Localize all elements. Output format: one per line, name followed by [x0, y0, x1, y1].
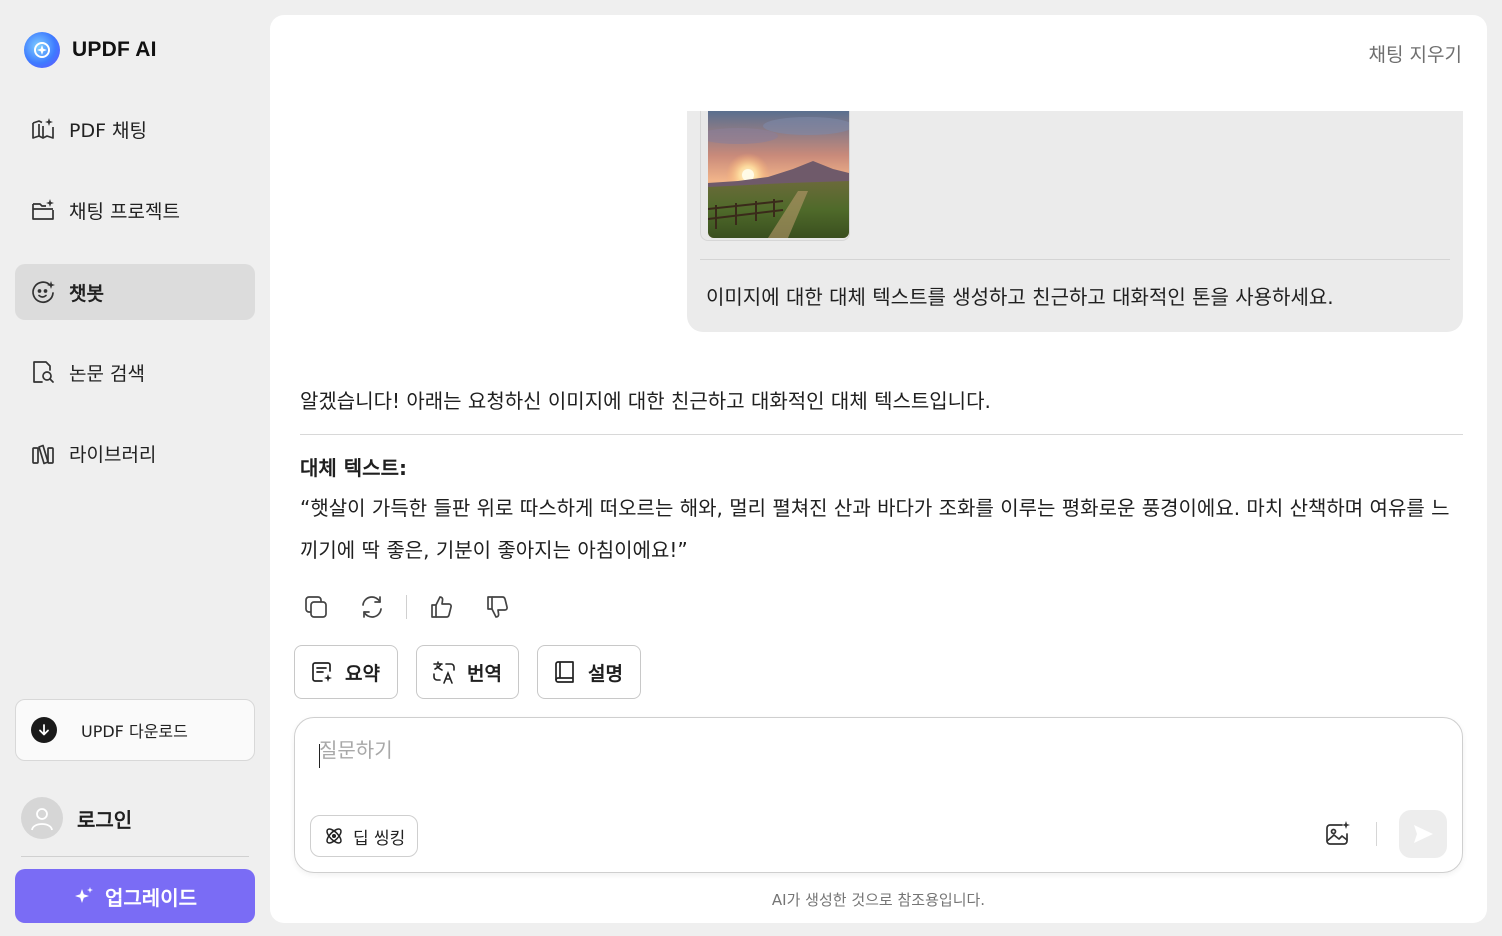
image-generate-icon[interactable] — [1323, 819, 1353, 849]
sidebar-item-pdf-chat[interactable]: PDF 채팅 — [15, 101, 255, 157]
copy-icon[interactable] — [302, 593, 330, 621]
response-actions — [302, 593, 511, 621]
thumbs-down-icon[interactable] — [483, 593, 511, 621]
upgrade-label: 업그레이드 — [105, 885, 197, 910]
send-button[interactable] — [1399, 810, 1447, 858]
composer-separator — [1376, 822, 1377, 846]
folder-sparkle-icon — [32, 199, 54, 220]
download-icon — [31, 717, 57, 743]
send-icon — [1414, 825, 1433, 843]
login-label: 로그인 — [77, 807, 133, 832]
clear-chat-button[interactable]: 채팅 지우기 — [1369, 40, 1462, 67]
summary-label: 요약 — [345, 662, 380, 685]
attached-image-thumbnail[interactable] — [700, 111, 850, 241]
summary-button[interactable]: 요약 — [294, 645, 398, 699]
avatar-icon — [21, 797, 63, 839]
ai-response-divider — [300, 434, 1463, 435]
bubble-divider — [700, 259, 1450, 260]
sidebar-item-chatbot[interactable]: 챗봇 — [15, 264, 255, 320]
summary-icon — [312, 662, 332, 682]
sidebar-divider — [21, 856, 249, 857]
deep-thinking-button[interactable]: 딥 씽킹 — [310, 815, 419, 857]
chat-panel: 채팅 지우기 이미지에 대한 대체 텍스트를 생성하고 친근하고 대화적인 톤을… — [270, 15, 1487, 923]
sidebar-item-label: 라이브러리 — [69, 443, 157, 466]
brand[interactable]: UPDF AI — [24, 32, 157, 68]
book-icon — [555, 661, 574, 683]
deep-thinking-label: 딥 씽킹 — [353, 828, 406, 849]
ai-response-body: “햇살이 가득한 들판 위로 따스하게 떠오르는 해와, 멀리 펼쳐진 산과 바… — [300, 496, 1450, 562]
brand-title: UPDF AI — [72, 38, 157, 61]
sidebar-item-label: 챗봇 — [69, 282, 104, 305]
question-input[interactable] — [319, 738, 1219, 762]
updf-download-button[interactable]: UPDF 다운로드 — [15, 699, 255, 761]
translate-button[interactable]: 번역 — [416, 645, 519, 699]
ai-disclaimer: AI가 생성한 것으로 참조용입니다. — [771, 891, 986, 909]
sidebar-item-label: 채팅 프로젝트 — [69, 200, 180, 223]
doc-search-icon — [33, 361, 54, 383]
atom-icon — [326, 828, 342, 844]
translate-icon — [433, 661, 455, 684]
sidebar-item-paper-search[interactable]: 논문 검색 — [15, 344, 255, 400]
bot-face-icon — [32, 281, 55, 304]
sidebar: UPDF AI PDF 채팅 채팅 프로젝트 챗봇 논문 검색 라이브러리 UP… — [0, 0, 270, 936]
login-button[interactable]: 로그인 — [21, 797, 132, 839]
download-label: UPDF 다운로드 — [81, 722, 188, 741]
user-message-bubble: 이미지에 대한 대체 텍스트를 생성하고 친근하고 대화적인 톤을 사용하세요. — [687, 111, 1463, 332]
library-icon — [32, 444, 54, 465]
chat-composer: 딥 씽킹 — [294, 717, 1463, 873]
updf-logo-icon — [24, 32, 60, 68]
book-sparkle-icon — [32, 118, 54, 139]
regenerate-icon[interactable] — [358, 593, 386, 621]
sunrise-landscape-image — [708, 111, 849, 238]
sparkle-icon — [75, 887, 93, 903]
ai-response-intro: 알겠습니다! 아래는 요청하신 이미지에 대한 친근하고 대화적인 대체 텍스트… — [300, 389, 991, 413]
explain-label: 설명 — [588, 662, 623, 685]
ai-response-heading: 대체 텍스트: — [300, 456, 407, 480]
user-message-text: 이미지에 대한 대체 텍스트를 생성하고 친근하고 대화적인 톤을 사용하세요. — [706, 285, 1334, 309]
sidebar-item-chat-project[interactable]: 채팅 프로젝트 — [15, 182, 255, 238]
upgrade-button[interactable]: 업그레이드 — [15, 869, 255, 923]
sidebar-item-label: PDF 채팅 — [69, 119, 148, 142]
actions-separator — [406, 595, 407, 619]
sidebar-item-label: 논문 검색 — [69, 362, 145, 385]
translate-label: 번역 — [467, 662, 502, 685]
sidebar-item-library[interactable]: 라이브러리 — [15, 425, 255, 481]
thumbs-up-icon[interactable] — [427, 593, 455, 621]
explain-button[interactable]: 설명 — [537, 645, 641, 699]
